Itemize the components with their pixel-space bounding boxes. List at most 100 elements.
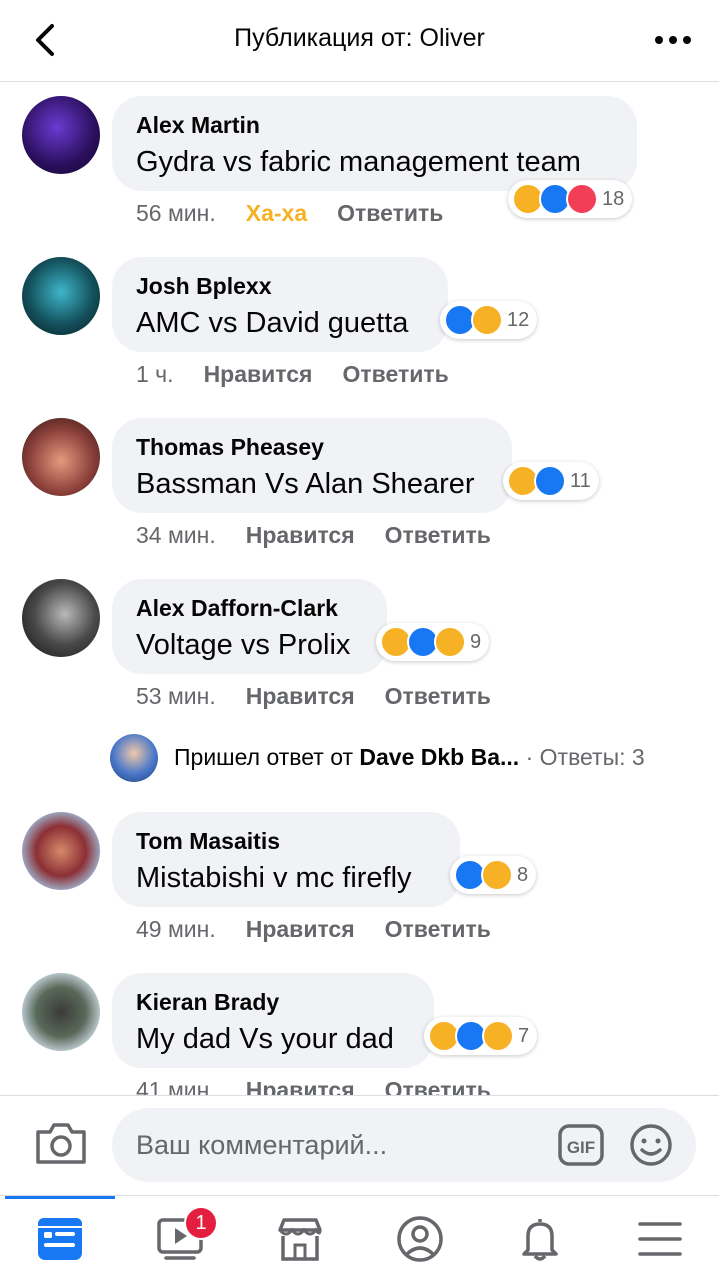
- more-dots-icon: [655, 36, 691, 44]
- reaction-count: 9: [470, 630, 482, 653]
- like-button[interactable]: Нравится: [204, 361, 313, 387]
- comment: Kieran Brady My dad Vs your dad 41 мин. Н…: [0, 973, 719, 1095]
- notification-badge: 1: [184, 1206, 218, 1240]
- comment-text: Gydra vs fabric management team: [136, 146, 581, 178]
- like-button[interactable]: Нравится: [246, 683, 355, 709]
- reactions-summary[interactable]: 8: [450, 856, 537, 894]
- reactions-summary[interactable]: 11: [503, 462, 599, 500]
- comment-bubble: Kieran Brady My dad Vs your dad: [112, 973, 434, 1068]
- avatar[interactable]: [22, 96, 100, 174]
- comment: Alex Martin Gydra vs fabric management t…: [0, 96, 719, 246]
- comment-time[interactable]: 56 мин.: [136, 200, 216, 226]
- like-reaction-icon: [534, 465, 566, 497]
- reply-count: · Ответы: 3: [519, 744, 645, 770]
- more-options-button[interactable]: [653, 22, 693, 58]
- comment-bubble: Alex Dafforn-Clark Voltage vs Prolix: [112, 579, 387, 674]
- camera-icon: [36, 1123, 86, 1164]
- like-button[interactable]: Нравится: [246, 1077, 355, 1095]
- reply-author: Dave Dkb Ba...: [359, 744, 520, 770]
- reply-button[interactable]: Ответить: [342, 361, 448, 387]
- avatar[interactable]: [22, 579, 100, 657]
- reply-button[interactable]: Ответить: [337, 200, 443, 226]
- reaction-count: 11: [570, 469, 591, 492]
- wow-reaction-icon: [482, 1020, 514, 1052]
- smiley-icon: [630, 1124, 672, 1166]
- haha-reaction-icon: [481, 859, 513, 891]
- gif-button[interactable]: GIF: [558, 1122, 604, 1168]
- comment-time[interactable]: 49 мин.: [136, 916, 216, 942]
- comment-meta: 34 мин. Нравится Ответить: [136, 522, 521, 549]
- comment-time[interactable]: 34 мин.: [136, 522, 216, 548]
- avatar[interactable]: [22, 418, 100, 496]
- tab-watch[interactable]: [120, 1196, 240, 1280]
- avatar[interactable]: [22, 257, 100, 335]
- comment-time[interactable]: 53 мин.: [136, 683, 216, 709]
- reply-button[interactable]: Ответить: [385, 916, 491, 942]
- replies-preview-text[interactable]: Пришел ответ от Dave Dkb Ba... · Ответы:…: [174, 744, 645, 771]
- tab-news-feed[interactable]: [0, 1196, 120, 1280]
- comment-input-placeholder: Ваш комментарий...: [136, 1130, 388, 1160]
- comment-text: Mistabishi v mc firefly: [136, 862, 412, 894]
- comment-author[interactable]: Josh Bplexx: [136, 271, 424, 301]
- comment-composer: Ваш комментарий... GIF: [0, 1095, 719, 1195]
- comment-author[interactable]: Tom Masaitis: [136, 826, 436, 856]
- reaction-count: 12: [507, 308, 530, 331]
- love-reaction-icon: [566, 183, 598, 215]
- camera-button[interactable]: [34, 1120, 88, 1166]
- like-button[interactable]: Нравится: [246, 522, 355, 548]
- comment-bubble: Tom Masaitis Mistabishi v mc firefly: [112, 812, 460, 907]
- comment: Alex Dafforn-Clark Voltage vs Prolix 53 …: [0, 579, 719, 729]
- comment-meta: 1 ч. Нравится Ответить: [136, 361, 479, 388]
- tab-profile[interactable]: [360, 1196, 480, 1280]
- comment-author[interactable]: Alex Dafforn-Clark: [136, 593, 363, 623]
- reply-prefix: Пришел ответ от: [174, 744, 360, 770]
- reply-button[interactable]: Ответить: [385, 522, 491, 548]
- comment-bubble: Alex Martin Gydra vs fabric management t…: [112, 96, 637, 191]
- emoji-button[interactable]: [628, 1122, 674, 1168]
- reaction-count: 8: [517, 863, 529, 886]
- top-bar: Публикация от: Oliver: [0, 0, 719, 82]
- bell-icon: [522, 1219, 558, 1261]
- gif-label: GIF: [567, 1138, 595, 1157]
- reaction-count: 18: [602, 187, 625, 210]
- avatar[interactable]: [110, 734, 158, 782]
- comment-meta: 49 мин. Нравится Ответить: [136, 916, 521, 943]
- reactions-summary[interactable]: 18: [508, 180, 633, 218]
- comment-text: Bassman Vs Alan Shearer: [136, 468, 475, 500]
- reply-button[interactable]: Ответить: [385, 683, 491, 709]
- reactions-summary[interactable]: 12: [440, 301, 538, 339]
- comment-time[interactable]: 41 мин.: [136, 1077, 216, 1095]
- marketplace-icon: [278, 1218, 322, 1261]
- comment: Tom Masaitis Mistabishi v mc firefly 49 …: [0, 812, 719, 962]
- tab-marketplace[interactable]: [240, 1196, 360, 1280]
- tab-menu[interactable]: [600, 1196, 719, 1280]
- comment-text: My dad Vs your dad: [136, 1023, 394, 1055]
- avatar[interactable]: [22, 812, 100, 890]
- sad-reaction-icon: [434, 626, 466, 658]
- avatar[interactable]: [22, 973, 100, 1051]
- like-button[interactable]: Ха-ха: [246, 200, 307, 226]
- like-button[interactable]: Нравится: [246, 916, 355, 942]
- comment: Josh Bplexx AMC vs David guetta 1 ч. Нрав…: [0, 257, 719, 407]
- profile-icon: [397, 1216, 443, 1262]
- comment-meta: 56 мин. Ха-ха Ответить: [136, 200, 473, 227]
- comment-time[interactable]: 1 ч.: [136, 361, 174, 387]
- reactions-summary[interactable]: 7: [424, 1017, 538, 1055]
- tab-notifications[interactable]: [480, 1196, 600, 1280]
- news-feed-icon: [38, 1218, 82, 1260]
- comments-list: Alex Martin Gydra vs fabric management t…: [0, 83, 719, 1095]
- comment-author[interactable]: Kieran Brady: [136, 987, 410, 1017]
- hamburger-menu-icon: [638, 1222, 682, 1256]
- comment-meta: 41 мин. Нравится Ответить: [136, 1077, 521, 1095]
- page-title: Публикация от: Oliver: [234, 24, 485, 52]
- reaction-count: 7: [518, 1024, 530, 1047]
- haha-reaction-icon: [471, 304, 503, 336]
- replies-preview[interactable]: Пришел ответ от Dave Dkb Ba... · Ответы:…: [110, 734, 710, 784]
- reactions-summary[interactable]: 9: [376, 623, 490, 661]
- comment-author[interactable]: Alex Martin: [136, 110, 613, 140]
- comment-author[interactable]: Thomas Pheasey: [136, 432, 488, 462]
- reply-button[interactable]: Ответить: [385, 1077, 491, 1095]
- gif-icon: GIF: [558, 1124, 604, 1166]
- comment-text: Voltage vs Prolix: [136, 629, 351, 661]
- comment-input[interactable]: Ваш комментарий... GIF: [112, 1108, 696, 1182]
